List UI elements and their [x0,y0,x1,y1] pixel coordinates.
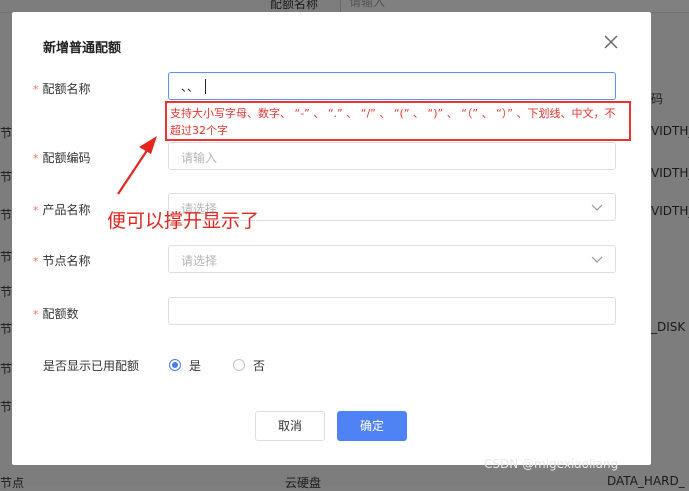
annotation-arrow-icon [117,136,157,195]
watermark: CSDN @migexiaoliang [484,457,619,471]
annotation-text: 便可以撑开显示了 [107,210,260,232]
